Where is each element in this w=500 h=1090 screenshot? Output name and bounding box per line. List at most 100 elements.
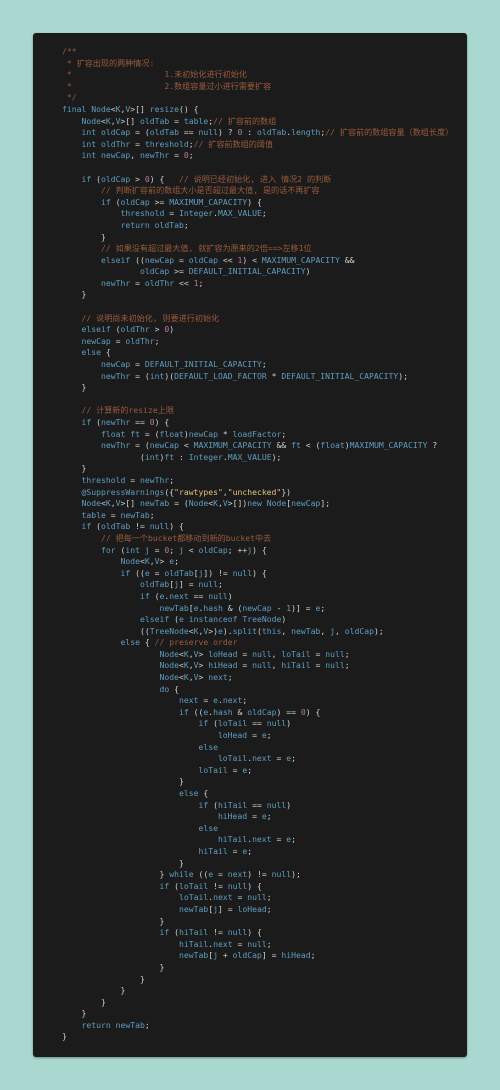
- code-identifier: null: [198, 127, 219, 138]
- code-punctuation: ): [286, 718, 292, 729]
- code-identifier: hash: [213, 706, 233, 717]
- code-line: next = e.next;: [62, 695, 453, 707]
- code-punctuation: !=: [213, 880, 223, 891]
- code-punctuation: ]: [178, 579, 184, 590]
- code-punctuation: ,: [271, 648, 277, 659]
- code-punctuation: ): [252, 567, 257, 578]
- code-identifier: oldCap: [120, 196, 150, 207]
- code-punctuation: +: [222, 950, 228, 961]
- code-identifier: instanceof: [188, 614, 238, 625]
- code-identifier: elseif: [100, 254, 131, 265]
- code-punctuation: ({: [164, 486, 175, 497]
- code-identifier: oldTab: [101, 521, 131, 532]
- code-punctuation: ;: [174, 556, 179, 567]
- code-line: if ((e = oldTab[j]) != null) {: [62, 568, 453, 580]
- code-punctuation: ;: [344, 648, 350, 659]
- code-line: oldCap >= DEFAULT_INITIAL_CAPACITY): [62, 266, 453, 278]
- code-punctuation: ): [247, 869, 253, 880]
- code-identifier: newCap: [188, 428, 218, 439]
- code-punctuation: ;: [247, 764, 253, 775]
- code-identifier: oldCap: [139, 266, 170, 277]
- code-punctuation: ;: [320, 602, 326, 613]
- code-punctuation: >: [154, 324, 160, 335]
- code-punctuation: >[]): [227, 498, 248, 509]
- code-punctuation: >: [198, 648, 204, 659]
- code-line: }: [62, 858, 453, 870]
- code-line: /**: [62, 46, 453, 58]
- code-identifier: int: [81, 127, 97, 138]
- code-identifier: int: [149, 370, 165, 381]
- code-identifier: null: [271, 869, 292, 880]
- code-identifier: oldCap: [247, 706, 277, 717]
- code-punctuation: {: [315, 706, 321, 717]
- code-punctuation: ++: [237, 544, 248, 555]
- code-identifier: null: [149, 521, 170, 532]
- code-line: // 把每一个bucket都移动到新的bucket中去: [62, 533, 453, 545]
- code-punctuation: !=: [135, 521, 145, 532]
- code-comment: // 如果没有超过最大值, 就扩容为原来的2倍==>左移1位: [100, 243, 312, 254]
- code-punctuation: =: [144, 428, 150, 439]
- code-identifier: oldCap: [198, 544, 228, 555]
- code-punctuation: ?: [227, 127, 233, 138]
- code-line: }: [62, 289, 453, 301]
- code-identifier: split: [232, 625, 257, 636]
- code-line: loTail = e;: [62, 765, 453, 777]
- code-identifier: newTab: [115, 1019, 145, 1030]
- code-line: // 判断扩容前的数组大小是否超过最大值, 是的话不再扩容: [62, 185, 453, 197]
- code-identifier: if: [159, 927, 170, 938]
- code-line: return oldTab;: [62, 220, 453, 232]
- code-identifier: j: [178, 544, 184, 555]
- code-identifier: next: [252, 834, 272, 845]
- code-punctuation: ((: [135, 567, 145, 578]
- code-punctuation: ): [218, 127, 223, 138]
- code-punctuation: ): [247, 196, 253, 207]
- code-line: elseif (e instanceof TreeNode): [62, 614, 453, 626]
- code-punctuation: {: [193, 103, 199, 114]
- code-identifier: Node: [159, 660, 179, 671]
- code-punctuation: );: [291, 869, 301, 880]
- code-identifier: MAX_VALUE: [227, 451, 272, 462]
- code-punctuation: ==: [135, 417, 145, 427]
- code-identifier: else: [120, 637, 140, 648]
- code-punctuation: }: [81, 382, 87, 393]
- code-punctuation: ;: [310, 950, 316, 961]
- code-identifier: null: [252, 660, 272, 671]
- code-identifier: threshold: [144, 138, 189, 149]
- code-punctuation: ==: [286, 706, 296, 717]
- code-identifier: Node: [81, 498, 102, 509]
- code-identifier: if: [81, 173, 92, 184]
- code-identifier: j: [144, 544, 150, 555]
- code-punctuation: ((: [135, 254, 145, 265]
- code-identifier: if: [159, 880, 170, 891]
- code-identifier: newTab: [140, 498, 170, 509]
- code-punctuation: }: [159, 915, 165, 926]
- code-punctuation: =: [252, 811, 257, 822]
- code-punctuation: )]: [291, 602, 301, 613]
- code-identifier: Node: [188, 498, 209, 509]
- code-identifier: int: [125, 544, 140, 555]
- code-identifier: loHead: [237, 903, 267, 914]
- code-identifier: loTail: [217, 718, 248, 729]
- code-line: } while ((e = next) != null);: [62, 869, 453, 881]
- code-identifier: @SuppressWarnings: [81, 486, 165, 497]
- code-punctuation: ;: [291, 834, 296, 845]
- code-punctuation: =: [174, 115, 179, 126]
- code-identifier: else: [178, 788, 199, 798]
- code-line: Node<K,V> next;: [62, 672, 453, 684]
- code-identifier: newThr: [101, 417, 131, 427]
- code-punctuation: :: [247, 127, 253, 138]
- code-identifier: newTab: [178, 950, 209, 961]
- code-string: "unchecked": [227, 486, 282, 497]
- code-identifier: j: [213, 950, 218, 961]
- code-punctuation: >: [135, 173, 140, 184]
- code-identifier: if: [120, 567, 131, 578]
- code-line: table = newTab;: [62, 510, 453, 522]
- code-punctuation: =: [130, 474, 136, 485]
- code-identifier: hiTail: [217, 799, 248, 810]
- code-line: int oldThr = threshold;// 扩容前数组的阈值: [62, 139, 453, 151]
- code-punctuation: ): [247, 927, 253, 938]
- code-identifier: Node: [159, 672, 179, 683]
- code-punctuation: =: [271, 950, 277, 961]
- code-identifier: final: [62, 103, 87, 114]
- code-line: }: [62, 916, 453, 928]
